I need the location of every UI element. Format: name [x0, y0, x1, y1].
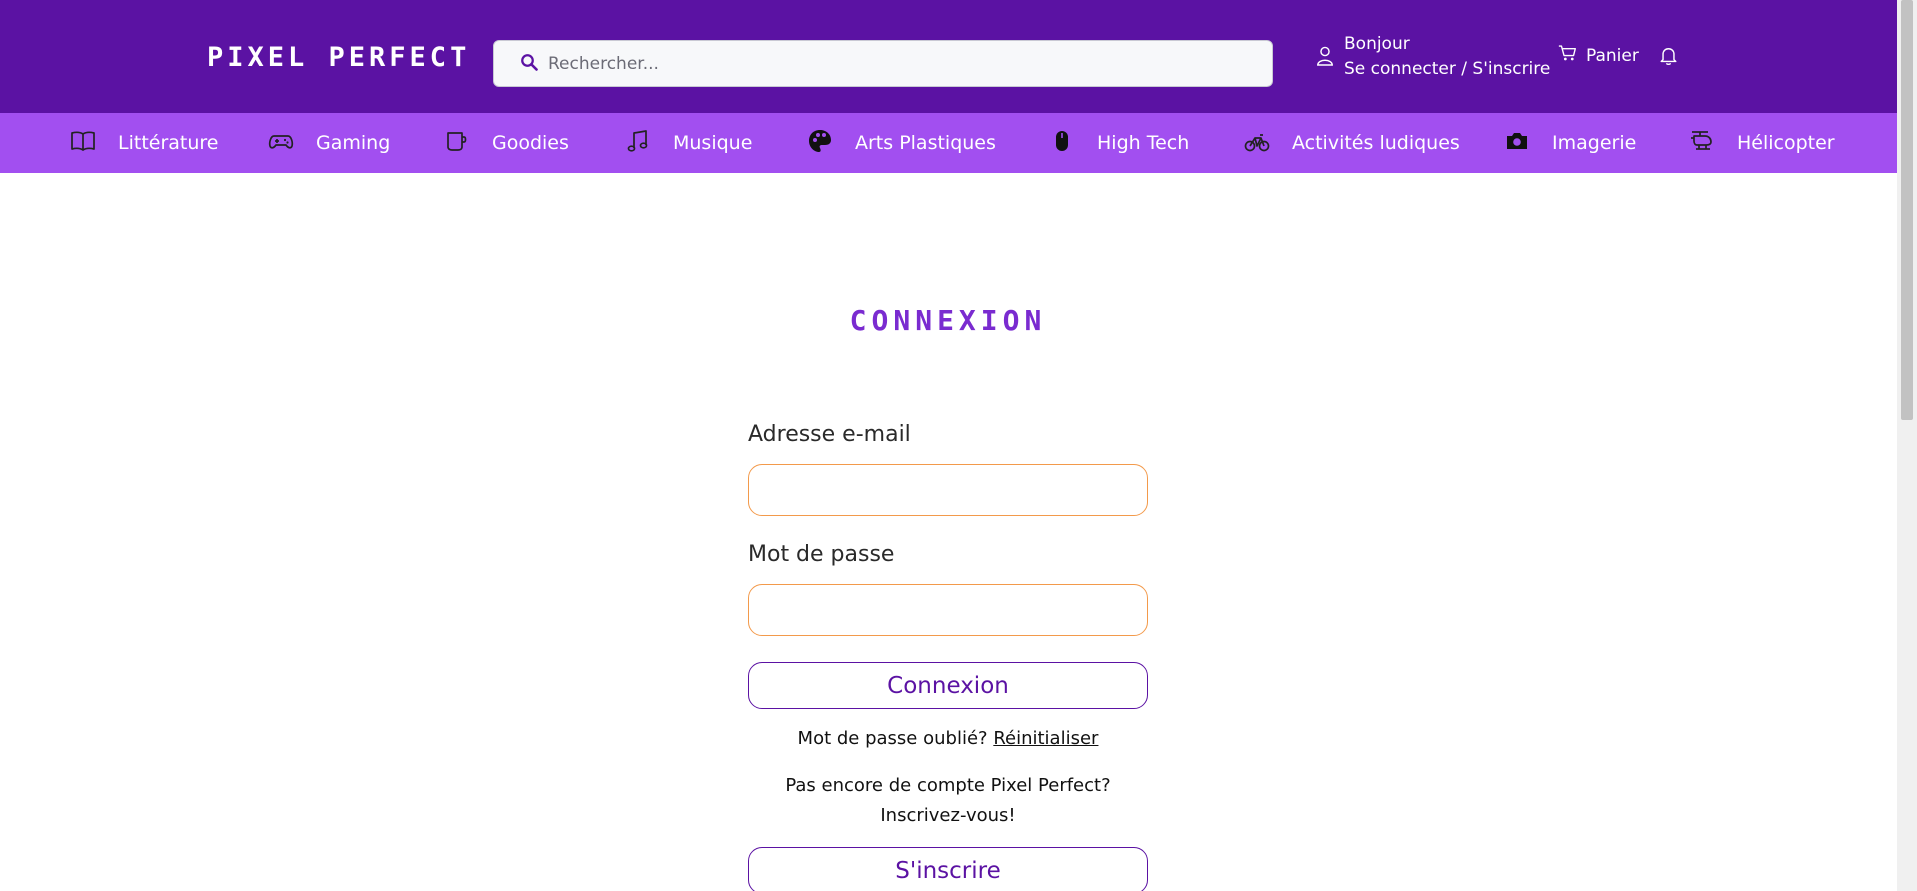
category-label: Littérature	[118, 132, 219, 154]
site-logo[interactable]: PIXEL PERFECT	[207, 38, 470, 76]
category-bar: Littérature Gaming Goodies Musique Arts …	[0, 113, 1897, 173]
category-imagerie[interactable]: Imagerie	[1504, 113, 1636, 173]
search-icon	[520, 53, 538, 75]
mug-icon	[444, 128, 492, 159]
account-link[interactable]: Bonjour Se connecter / S'inscrire	[1316, 32, 1550, 82]
category-label: Musique	[673, 132, 753, 154]
forgot-password-row: Mot de passe oublié? Réinitialiser	[748, 727, 1148, 751]
bell-icon	[1659, 48, 1678, 70]
reset-password-link[interactable]: Réinitialiser	[993, 728, 1098, 749]
password-label: Mot de passe	[748, 542, 895, 567]
search-bar[interactable]	[493, 40, 1273, 87]
category-label: Hélicopter	[1737, 132, 1835, 154]
notifications-button[interactable]	[1659, 46, 1678, 70]
category-label: High Tech	[1097, 132, 1190, 154]
book-icon	[70, 128, 118, 159]
account-greeting: Bonjour	[1344, 34, 1410, 54]
category-gaming[interactable]: Gaming	[268, 113, 390, 173]
music-icon	[625, 128, 673, 159]
no-account-text: Pas encore de compte Pixel Perfect? Insc…	[748, 771, 1148, 831]
category-label: Gaming	[316, 132, 391, 154]
login-signup-link[interactable]: Se connecter / S'inscrire	[1344, 57, 1550, 82]
user-icon	[1316, 44, 1344, 70]
category-label: Arts Plastiques	[855, 132, 996, 154]
email-label: Adresse e-mail	[748, 422, 911, 447]
category-activites-ludiques[interactable]: Activités ludiques	[1244, 113, 1460, 173]
page-scrollbar[interactable]	[1897, 0, 1917, 891]
cart-label: Panier	[1586, 45, 1639, 66]
category-label: Goodies	[492, 132, 569, 154]
palette-icon	[807, 128, 855, 159]
page-title: CONNEXION	[849, 304, 1047, 337]
category-helicopter[interactable]: Hélicopter	[1689, 113, 1835, 173]
no-account-line1: Pas encore de compte Pixel Perfect?	[785, 775, 1111, 796]
category-goodies[interactable]: Goodies	[444, 113, 569, 173]
forgot-password-text: Mot de passe oublié?	[797, 728, 988, 749]
top-header: PIXEL PERFECT Bonjour Se connecter / S'i…	[0, 0, 1897, 113]
login-button[interactable]: Connexion	[748, 662, 1148, 709]
category-label: Imagerie	[1552, 132, 1637, 154]
bicycle-icon	[1244, 128, 1292, 159]
category-litterature[interactable]: Littérature	[70, 113, 218, 173]
category-arts-plastiques[interactable]: Arts Plastiques	[807, 113, 996, 173]
category-musique[interactable]: Musique	[625, 113, 752, 173]
category-high-tech[interactable]: High Tech	[1049, 113, 1189, 173]
email-field[interactable]	[748, 464, 1148, 516]
gamepad-icon	[268, 128, 316, 159]
no-account-line2: Inscrivez-vous!	[880, 805, 1016, 826]
cart-link[interactable]: Panier	[1558, 44, 1639, 67]
login-form: Adresse e-mail Mot de passe Connexion Mo…	[748, 418, 1148, 891]
search-input[interactable]	[548, 53, 1248, 74]
password-field[interactable]	[748, 584, 1148, 636]
mouse-icon	[1049, 128, 1097, 159]
signup-button[interactable]: S'inscrire	[748, 847, 1148, 891]
scrollbar-thumb[interactable]	[1901, 0, 1913, 420]
helicopter-icon	[1689, 128, 1737, 159]
cart-icon	[1558, 44, 1586, 67]
camera-icon	[1504, 128, 1552, 159]
category-label: Activités ludiques	[1292, 132, 1460, 154]
